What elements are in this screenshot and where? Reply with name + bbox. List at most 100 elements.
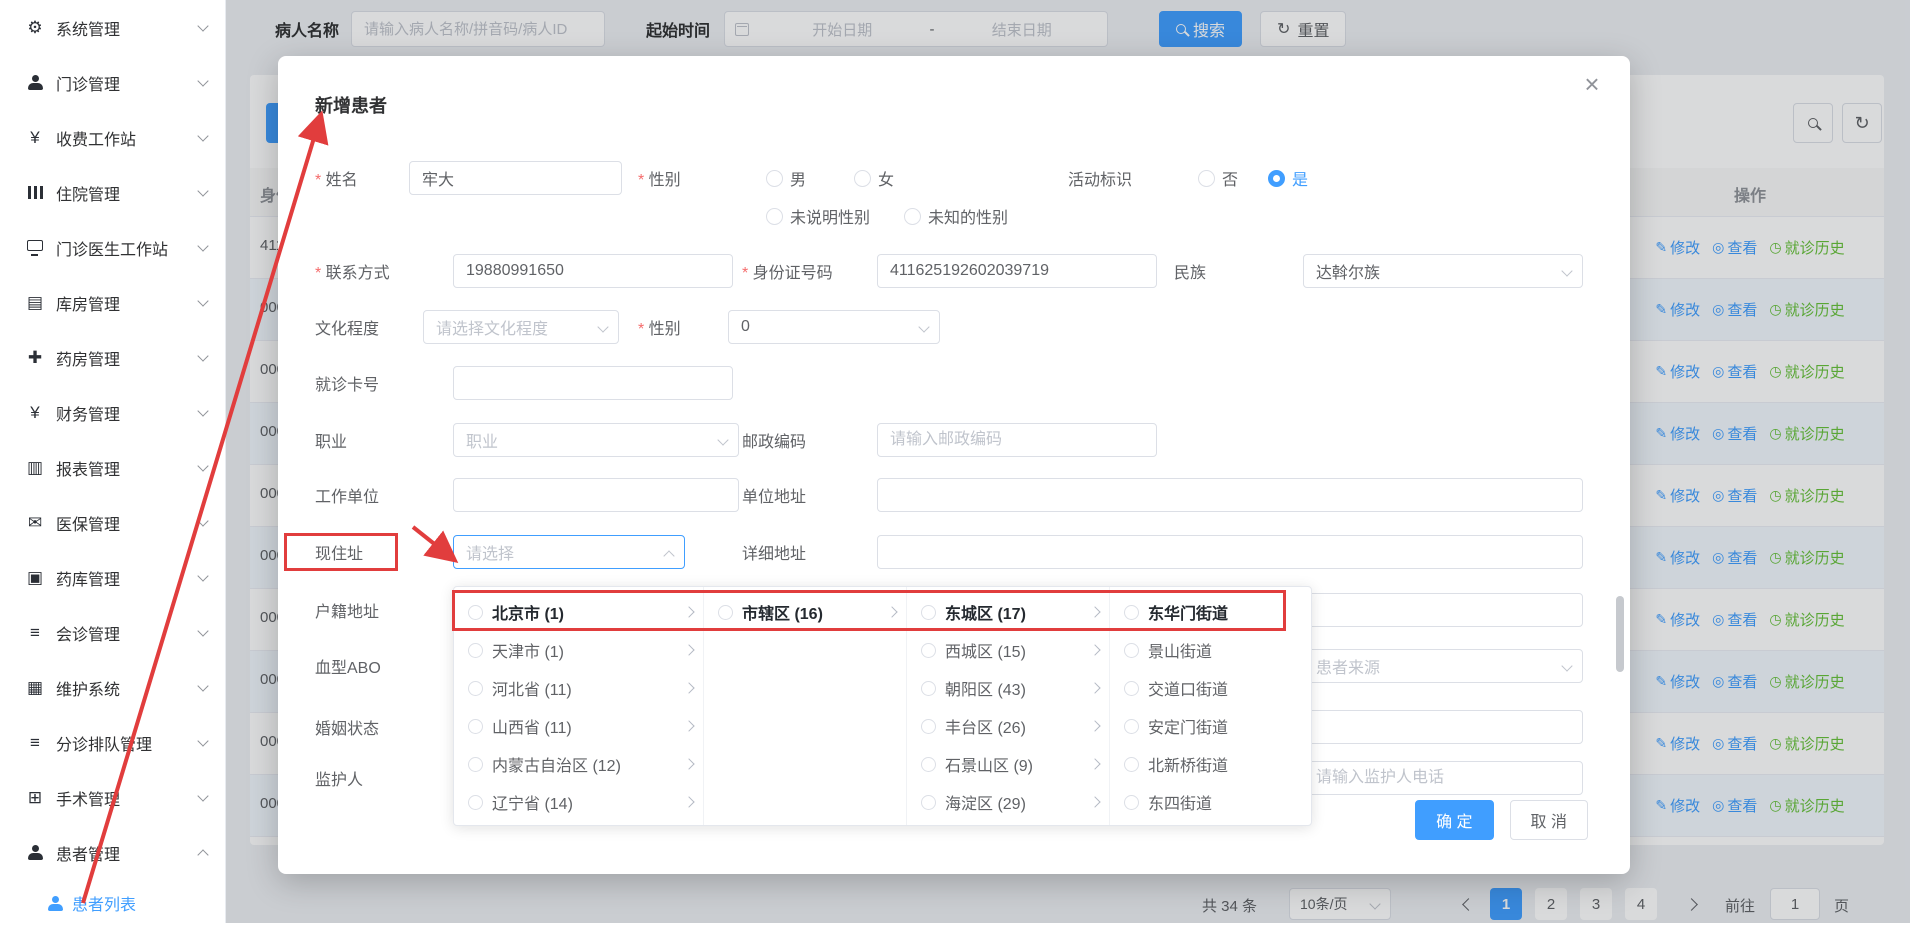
chevron-down-icon bbox=[197, 735, 208, 746]
sidebar-item-inpatient[interactable]: 住院管理 bbox=[0, 165, 225, 220]
radio-icon[interactable] bbox=[1124, 719, 1139, 734]
report-icon: ▥ bbox=[24, 458, 46, 478]
work-unit-input[interactable] bbox=[453, 478, 739, 512]
chevron-down-icon bbox=[1561, 265, 1572, 276]
users-icon bbox=[24, 75, 46, 90]
contact-input[interactable] bbox=[453, 254, 733, 288]
chevron-up-icon bbox=[197, 849, 208, 860]
sidebar-item-surgery[interactable]: ⊞手术管理 bbox=[0, 770, 225, 825]
bar-chart-icon bbox=[24, 186, 46, 199]
radio-icon[interactable] bbox=[1124, 757, 1139, 772]
patient-source-select[interactable]: 患者来源 bbox=[1303, 649, 1583, 683]
cascader-option-province[interactable]: 北京市 (1) bbox=[454, 593, 703, 631]
gender-radio-unknown[interactable]: 未知的性别 bbox=[904, 204, 1008, 228]
idcard-label: 身份证号码 bbox=[742, 259, 833, 283]
cascader-option-street[interactable]: 东四街道 bbox=[1110, 783, 1312, 821]
cascader-option-district[interactable]: 朝阳区 (43) bbox=[907, 669, 1109, 707]
radio-icon[interactable] bbox=[1124, 605, 1139, 620]
current-address-select[interactable]: 请选择 bbox=[453, 535, 685, 569]
surgery-icon: ⊞ bbox=[24, 788, 46, 808]
cascader-option-street[interactable]: 东华门街道 bbox=[1110, 593, 1312, 631]
cascader-option-street[interactable]: 北新桥街道 bbox=[1110, 745, 1312, 783]
sidebar-item-patient-list[interactable]: 患者列表 bbox=[0, 880, 225, 926]
sidebar-item-outpatient[interactable]: 门诊管理 bbox=[0, 55, 225, 110]
modal-scrollbar-thumb[interactable] bbox=[1616, 596, 1624, 672]
sidebar-item-consultation[interactable]: ≡会诊管理 bbox=[0, 605, 225, 660]
archive-icon: ▣ bbox=[24, 568, 46, 588]
unit-address-input[interactable] bbox=[877, 478, 1583, 512]
cascader-option-district[interactable]: 西城区 (15) bbox=[907, 631, 1109, 669]
radio-icon[interactable] bbox=[468, 681, 483, 696]
chevron-up-icon bbox=[663, 550, 674, 561]
gender-radio-unstated[interactable]: 未说明性别 bbox=[766, 204, 870, 228]
radio-icon[interactable] bbox=[1124, 643, 1139, 658]
radio-icon[interactable] bbox=[921, 757, 936, 772]
ethnicity-label: 民族 bbox=[1174, 259, 1206, 283]
chevron-down-icon bbox=[197, 130, 208, 141]
cascader-option-district[interactable]: 东城区 (17) bbox=[907, 593, 1109, 631]
detail-address-input[interactable] bbox=[877, 535, 1583, 569]
radio-icon[interactable] bbox=[1124, 681, 1139, 696]
sidebar-item-drug-storage[interactable]: ▣药库管理 bbox=[0, 550, 225, 605]
postcode-input[interactable] bbox=[877, 423, 1157, 457]
sidebar-item-finance[interactable]: ¥财务管理 bbox=[0, 385, 225, 440]
cascader-option-province[interactable]: 山西省 (11) bbox=[454, 707, 703, 745]
name-input[interactable] bbox=[409, 161, 622, 195]
gender-label: 性别 bbox=[638, 166, 681, 190]
cascader-option-city[interactable]: 市辖区 (16) bbox=[704, 593, 906, 631]
sidebar-item-warehouse[interactable]: ▤库房管理 bbox=[0, 275, 225, 330]
chevron-right-icon bbox=[1089, 796, 1100, 807]
cancel-button[interactable]: 取 消 bbox=[1510, 800, 1588, 840]
sidebar-item-charging[interactable]: ¥收费工作站 bbox=[0, 110, 225, 165]
radio-icon[interactable] bbox=[468, 757, 483, 772]
radio-icon[interactable] bbox=[921, 643, 936, 658]
cascader-option-street[interactable]: 景山街道 bbox=[1110, 631, 1312, 669]
cascader-option-province[interactable]: 河北省 (11) bbox=[454, 669, 703, 707]
sidebar-item-report[interactable]: ▥报表管理 bbox=[0, 440, 225, 495]
ethnicity-select[interactable]: 达斡尔族 bbox=[1303, 254, 1583, 288]
cascader-option-district[interactable]: 石景山区 (9) bbox=[907, 745, 1109, 783]
active-radio-yes[interactable]: 是 bbox=[1268, 166, 1308, 190]
sidebar-item-insurance[interactable]: ✉医保管理 bbox=[0, 495, 225, 550]
gender-code-select[interactable]: 0 bbox=[728, 310, 940, 344]
radio-icon[interactable] bbox=[921, 605, 936, 620]
guardian-phone-input[interactable] bbox=[1303, 761, 1583, 795]
sidebar-item-maintenance[interactable]: ▦维护系统 bbox=[0, 660, 225, 715]
active-radio-no[interactable]: 否 bbox=[1198, 166, 1238, 190]
cascader-option-province[interactable]: 内蒙古自治区 (12) bbox=[454, 745, 703, 783]
radio-icon[interactable] bbox=[718, 605, 733, 620]
radio-icon[interactable] bbox=[468, 719, 483, 734]
sidebar-item-system[interactable]: ⚙系统管理 bbox=[0, 0, 225, 55]
sidebar-item-pharmacy[interactable]: ✚药房管理 bbox=[0, 330, 225, 385]
yen-icon: ¥ bbox=[24, 128, 46, 148]
chevron-right-icon bbox=[683, 644, 694, 655]
radio-icon[interactable] bbox=[921, 719, 936, 734]
document-icon: ▤ bbox=[24, 293, 46, 313]
close-icon[interactable]: × bbox=[1576, 68, 1608, 100]
cascader-option-district[interactable]: 丰台区 (26) bbox=[907, 707, 1109, 745]
education-select[interactable]: 请选择文化程度 bbox=[423, 310, 619, 344]
visit-card-input[interactable] bbox=[453, 366, 733, 400]
radio-icon[interactable] bbox=[468, 643, 483, 658]
chevron-right-icon bbox=[1089, 720, 1100, 731]
radio-icon bbox=[1198, 170, 1215, 187]
cascader-option-street[interactable]: 交道口街道 bbox=[1110, 669, 1312, 707]
radio-icon[interactable] bbox=[468, 605, 483, 620]
radio-icon[interactable] bbox=[1124, 795, 1139, 810]
chevron-down-icon bbox=[197, 460, 208, 471]
cascader-option-street[interactable]: 安定门街道 bbox=[1110, 707, 1312, 745]
cascader-option-province[interactable]: 辽宁省 (14) bbox=[454, 783, 703, 821]
confirm-button[interactable]: 确 定 bbox=[1415, 800, 1493, 840]
radio-icon[interactable] bbox=[921, 795, 936, 810]
radio-icon[interactable] bbox=[921, 681, 936, 696]
gender-radio-female[interactable]: 女 bbox=[854, 166, 894, 190]
cascader-option-district[interactable]: 海淀区 (29) bbox=[907, 783, 1109, 821]
cascader-option-province[interactable]: 天津市 (1) bbox=[454, 631, 703, 669]
idcard-input[interactable] bbox=[877, 254, 1157, 288]
sidebar-item-triage-queue[interactable]: ≡分诊排队管理 bbox=[0, 715, 225, 770]
sidebar-item-doctor-station[interactable]: 门诊医生工作站 bbox=[0, 220, 225, 275]
sidebar-item-patient-mgmt[interactable]: 患者管理 bbox=[0, 825, 225, 880]
radio-icon[interactable] bbox=[468, 795, 483, 810]
gender-radio-male[interactable]: 男 bbox=[766, 166, 806, 190]
occupation-select[interactable]: 职业 bbox=[453, 423, 739, 457]
